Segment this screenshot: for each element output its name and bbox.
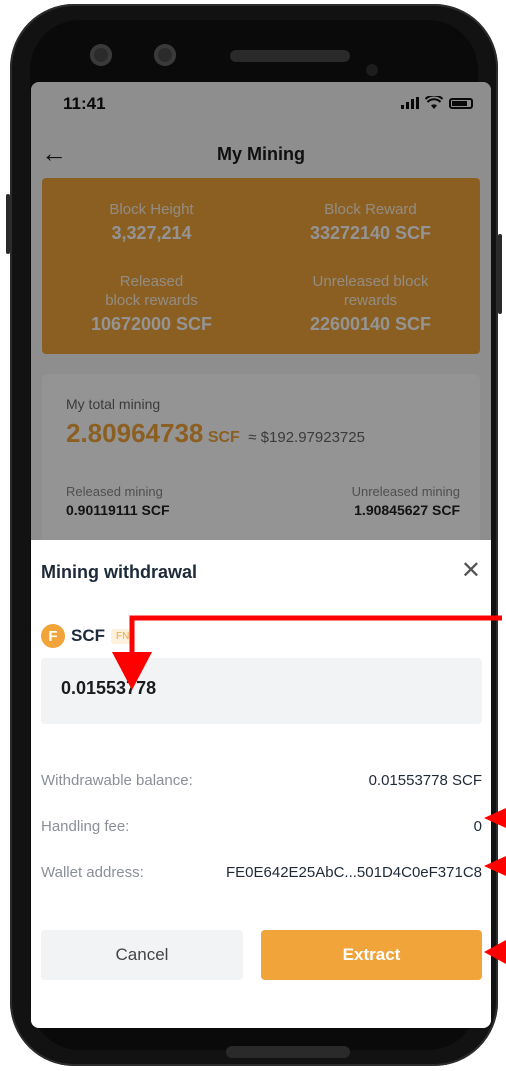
coin-logo-icon: F (41, 624, 65, 648)
withdrawal-sheet: Mining withdrawal ✕ F SCF FN Withdrawabl… (31, 540, 491, 1028)
coin-name: SCF (71, 626, 105, 645)
sheet-title: Mining withdrawal (41, 562, 197, 582)
power-button (498, 234, 502, 314)
withdrawable-row: Withdrawable balance: 0.01553778 SCF (41, 772, 482, 794)
fee-value: 0 (473, 818, 482, 835)
extract-button[interactable]: Extract (261, 930, 482, 980)
wallet-label: Wallet address: (41, 864, 144, 881)
fee-row: Handling fee: 0 (41, 818, 482, 840)
wallet-value: FE0E642E25AbC...501D4C0eF371C8 (226, 864, 482, 881)
app-screen: 11:41 ← My Mining Block Height 3,327,214… (31, 82, 491, 1028)
cancel-button[interactable]: Cancel (41, 930, 243, 980)
home-indicator (226, 1046, 350, 1058)
camera-icon (90, 44, 112, 66)
coin-tag: FN (111, 628, 135, 644)
volume-button (6, 194, 10, 254)
close-icon[interactable]: ✕ (461, 556, 481, 585)
withdrawable-value: 0.01553778 SCF (368, 772, 482, 789)
phone-frame: 11:41 ← My Mining Block Height 3,327,214… (6, 4, 502, 1066)
amount-field-box[interactable] (41, 658, 482, 724)
wallet-row: Wallet address: FE0E642E25AbC...501D4C0e… (41, 864, 482, 886)
withdrawable-label: Withdrawable balance: (41, 772, 193, 789)
camera-icon (154, 44, 176, 66)
sensor (366, 64, 378, 76)
fee-label: Handling fee: (41, 818, 130, 835)
amount-input[interactable] (61, 678, 441, 699)
coin-row: F SCF FN (41, 624, 135, 648)
speaker-grille (230, 50, 350, 62)
